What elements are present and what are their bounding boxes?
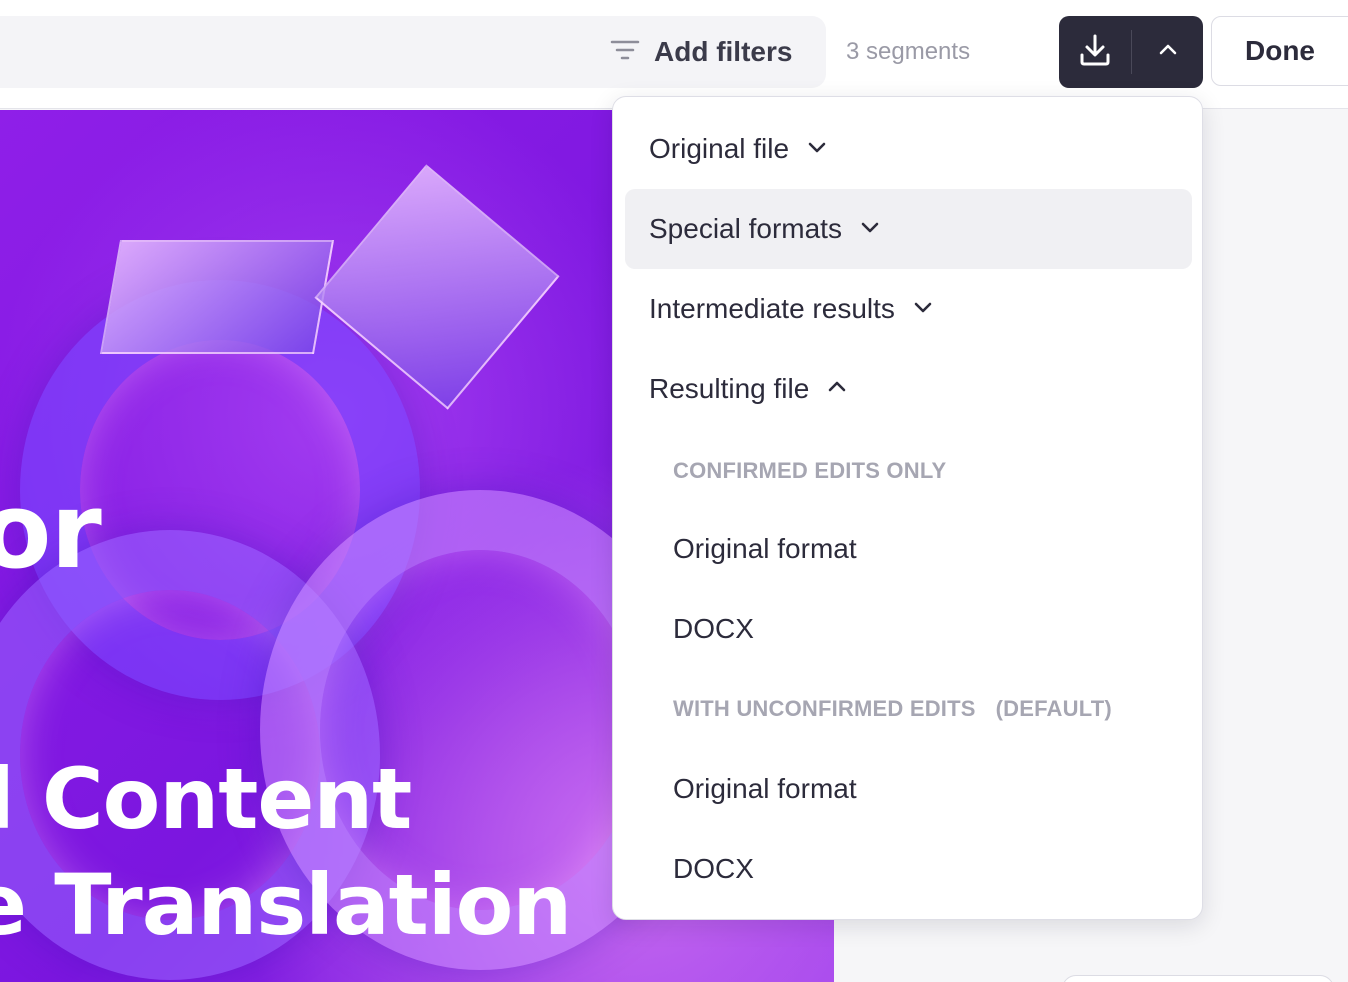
decorative-cube bbox=[99, 240, 335, 354]
download-icon bbox=[1079, 33, 1111, 72]
chevron-down-icon bbox=[807, 140, 827, 159]
app-window: Add filters 3 segments Done or l Content… bbox=[0, 0, 1348, 982]
preview-heading-line-1: or bbox=[0, 470, 102, 592]
download-options-dropdown: Original file Special formats Intermedia… bbox=[612, 96, 1203, 920]
chevron-down-icon bbox=[913, 300, 933, 319]
segments-count: 3 segments bbox=[846, 38, 971, 65]
filter-icon bbox=[610, 38, 640, 67]
section-label-text: CONFIRMED EDITS ONLY bbox=[673, 458, 947, 483]
add-filters-button[interactable]: Add filters bbox=[610, 16, 792, 88]
menu-item-label: Special formats bbox=[649, 213, 842, 244]
section-label-unconfirmed-edits: WITH UNCONFIRMED EDITS (DEFAULT) bbox=[673, 689, 1112, 729]
download-options-toggle[interactable] bbox=[1132, 16, 1203, 88]
menu-item-resulting-file[interactable]: Resulting file bbox=[625, 349, 1192, 429]
preview-heading-line-3: e Translation bbox=[0, 856, 572, 954]
download-button[interactable] bbox=[1059, 16, 1131, 88]
chevron-down-icon bbox=[860, 220, 880, 239]
menu-item-special-formats[interactable]: Special formats bbox=[625, 189, 1192, 269]
preview-heading-line-2: l Content bbox=[0, 750, 412, 848]
top-toolbar: Add filters 3 segments Done bbox=[0, 0, 1348, 109]
option-confirmed-docx[interactable]: DOCX bbox=[673, 599, 754, 659]
menu-item-label: Intermediate results bbox=[649, 293, 895, 324]
chevron-up-icon bbox=[1158, 43, 1178, 62]
menu-item-label: Original file bbox=[649, 133, 790, 164]
chevron-up-icon bbox=[827, 380, 847, 399]
section-label-text: WITH UNCONFIRMED EDITS bbox=[673, 696, 976, 721]
download-button-group bbox=[1059, 16, 1203, 88]
option-unconfirmed-original-format[interactable]: Original format bbox=[673, 759, 857, 819]
menu-item-label: Resulting file bbox=[649, 373, 810, 404]
option-confirmed-original-format[interactable]: Original format bbox=[673, 519, 857, 579]
menu-item-intermediate-results[interactable]: Intermediate results bbox=[625, 269, 1192, 349]
menu-item-original-file[interactable]: Original file bbox=[625, 109, 1192, 189]
done-button[interactable]: Done bbox=[1211, 16, 1348, 86]
default-badge: (DEFAULT) bbox=[995, 696, 1112, 721]
side-panel-card bbox=[1062, 975, 1334, 982]
add-filters-label: Add filters bbox=[654, 36, 793, 67]
option-unconfirmed-docx[interactable]: DOCX bbox=[673, 839, 754, 899]
section-label-confirmed-edits: CONFIRMED EDITS ONLY bbox=[673, 451, 946, 491]
